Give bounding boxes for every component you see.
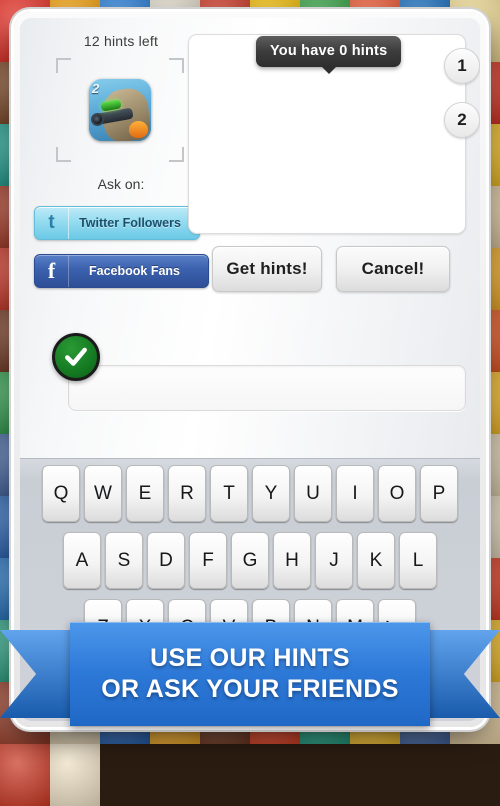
twitter-icon: t xyxy=(35,207,69,239)
get-hints-button[interactable]: Get hints! xyxy=(212,246,322,292)
hint-count-tooltip: You have 0 hints xyxy=(256,36,402,67)
key-v[interactable]: V xyxy=(210,599,248,656)
check-icon xyxy=(65,347,87,366)
on-screen-keyboard: QWERTYUIOP ASDFGHJKL ZXCVBNM xyxy=(20,458,480,721)
key-r[interactable]: R xyxy=(168,465,206,522)
app-screen: 12 hints left 2 Ask on: t Twitter Follow… xyxy=(20,18,480,721)
hint-dialog: 12 hints left 2 Ask on: t Twitter Follow… xyxy=(20,18,480,303)
key-z[interactable]: Z xyxy=(84,599,122,656)
icon-number-badge: 2 xyxy=(92,81,100,96)
keyboard-row-3: ZXCVBNM xyxy=(20,599,480,656)
key-i[interactable]: I xyxy=(336,465,374,522)
twitter-followers-button[interactable]: t Twitter Followers xyxy=(34,206,200,240)
key-k[interactable]: K xyxy=(357,532,395,589)
keyboard-row-1: QWERTYUIOP xyxy=(20,465,480,522)
key-y[interactable]: Y xyxy=(252,465,290,522)
cancel-button[interactable]: Cancel! xyxy=(336,246,450,292)
key-c[interactable]: C xyxy=(168,599,206,656)
key-u[interactable]: U xyxy=(294,465,332,522)
crop-corner-bottom-left xyxy=(56,147,71,162)
app-icon-cropbox: 2 xyxy=(56,58,184,162)
keyboard-row-2: ASDFGHJKL xyxy=(20,532,480,589)
key-q[interactable]: Q xyxy=(42,465,80,522)
hint-slot-badge-1[interactable]: 1 xyxy=(444,48,480,84)
answer-input[interactable] xyxy=(68,365,466,411)
key-g[interactable]: G xyxy=(231,532,269,589)
hints-left-label: 12 hints left xyxy=(83,33,159,49)
background-icon-tile xyxy=(50,744,100,806)
background-icon-tile xyxy=(0,744,50,806)
key-a[interactable]: A xyxy=(63,532,101,589)
icon-accent-shape xyxy=(129,121,148,138)
key-d[interactable]: D xyxy=(147,532,185,589)
key-l[interactable]: L xyxy=(399,532,437,589)
key-e[interactable]: E xyxy=(126,465,164,522)
key-n[interactable]: N xyxy=(294,599,332,656)
crop-corner-top-right xyxy=(169,58,184,73)
key-f[interactable]: F xyxy=(189,532,227,589)
facebook-button-label: Facebook Fans xyxy=(89,264,180,278)
backspace-icon[interactable] xyxy=(378,599,416,656)
facebook-fans-button[interactable]: f Facebook Fans xyxy=(34,254,209,288)
key-s[interactable]: S xyxy=(105,532,143,589)
key-x[interactable]: X xyxy=(126,599,164,656)
key-j[interactable]: J xyxy=(315,532,353,589)
crop-corner-top-left xyxy=(56,58,71,73)
twitter-button-label: Twitter Followers xyxy=(79,216,181,230)
key-h[interactable]: H xyxy=(273,532,311,589)
key-t[interactable]: T xyxy=(210,465,248,522)
submit-check-button[interactable] xyxy=(52,333,100,381)
key-b[interactable]: B xyxy=(252,599,290,656)
crop-corner-bottom-right xyxy=(169,147,184,162)
key-o[interactable]: O xyxy=(378,465,416,522)
key-w[interactable]: W xyxy=(84,465,122,522)
device-frame: 12 hints left 2 Ask on: t Twitter Follow… xyxy=(14,12,486,727)
ask-on-label: Ask on: xyxy=(97,176,145,192)
icon-muzzle-shape xyxy=(91,113,104,126)
facebook-icon: f xyxy=(35,255,69,287)
hint-slot-badge-2[interactable]: 2 xyxy=(444,102,480,138)
key-p[interactable]: P xyxy=(420,465,458,522)
key-m[interactable]: M xyxy=(336,599,374,656)
puzzle-app-icon: 2 xyxy=(89,79,151,141)
